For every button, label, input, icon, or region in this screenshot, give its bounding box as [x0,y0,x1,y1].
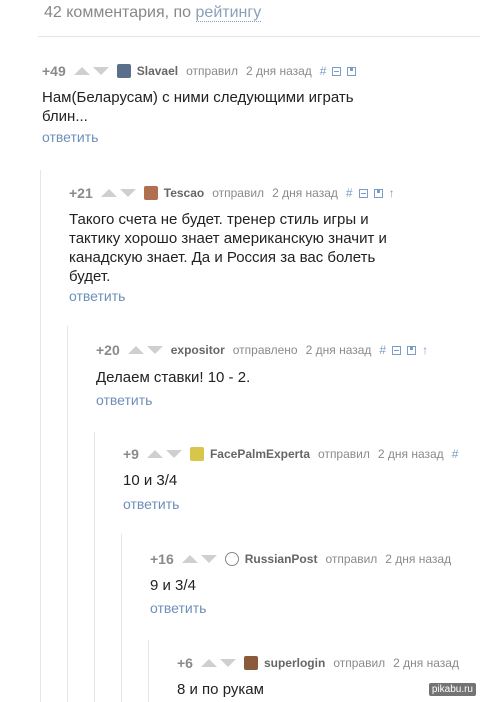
comment-text: Такого счета не будет. тренер стиль игры… [69,210,387,286]
parent-arrow-icon[interactable]: ↑ [389,186,395,200]
comment-sent-label: отправил [186,64,238,78]
sort-by-rating-link[interactable]: рейтингу [195,4,262,22]
vote-up-icon[interactable] [73,67,90,75]
header-divider [38,36,480,37]
vote-up-icon[interactable] [100,189,117,197]
comment-line: блин... [42,108,88,125]
comment-author[interactable]: FacePalmExperta [210,447,310,461]
thread-line[interactable] [148,640,149,702]
save-icon[interactable] [373,188,383,198]
comment-text: 8 и по рукам [177,680,264,699]
permalink-hash-icon[interactable]: # [346,186,353,200]
reply-link[interactable]: ответить [150,600,206,616]
comment-sent-label: отправил [318,447,370,461]
vote-down-icon[interactable] [92,67,109,75]
comment-sent-label: отправил [212,186,265,200]
thread-line[interactable] [67,326,68,702]
comment-line: 9 и 3/4 [150,577,196,594]
comment-text: Нам(Беларусам) с ними следующими играть … [42,88,354,126]
vote-down-icon[interactable] [165,450,182,458]
watermark: pikabu.ru [428,683,476,696]
reply-link[interactable]: ответить [42,129,98,145]
permalink-hash-icon[interactable]: # [452,447,459,461]
reply-link[interactable]: ответить [96,392,152,408]
vote-up-icon[interactable] [181,555,198,563]
comments-count: 42 комментария, по [44,4,192,21]
comment-text: 9 и 3/4 [150,576,196,595]
avatar[interactable] [116,64,131,78]
comments-header: 42 комментария, по рейтингу [44,4,262,22]
comment-time[interactable]: 2 дня назад [272,186,338,200]
comment-rating: +49 [42,63,66,79]
save-icon[interactable] [347,66,357,76]
comment-author[interactable]: superlogin [264,656,325,670]
comment-rating: +20 [96,342,120,358]
comment-text: 10 и 3/4 [123,471,177,490]
comment-rating: +16 [150,551,174,567]
thread-line[interactable] [94,432,95,702]
comment-author[interactable]: Tescao [164,186,204,200]
comment-rating: +9 [123,446,139,462]
comment-time[interactable]: 2 дня назад [378,447,444,461]
thread-line[interactable] [121,534,122,702]
vote-up-icon[interactable] [200,659,217,667]
comment-line: Такого счета не будет. тренер стиль игры… [69,211,369,228]
collapse-icon[interactable] [358,188,368,198]
parent-arrow-icon[interactable]: ↑ [422,343,428,357]
comment-meta: +20 expositor отправлено 2 дня назад # ↑ [96,340,428,360]
vote-up-icon[interactable] [127,346,144,354]
comment-sent-label: отправил [325,552,378,566]
comment-text: Делаем ставки! 10 - 2. [96,368,250,387]
comment-rating: +21 [69,185,93,201]
comment-time[interactable]: 2 дня назад [393,656,459,670]
comment-meta: +9 FacePalmExperta отправил 2 дня назад … [123,444,458,464]
comment-meta: +49 Slavael отправил 2 дня назад # [42,61,357,81]
save-icon[interactable] [407,345,417,355]
comment-line: Делаем ставки! 10 - 2. [96,369,251,386]
vote-down-icon[interactable] [219,659,236,667]
comment-meta: +21 Tescao отправил 2 дня назад # ↑ [69,183,395,203]
comment-meta: +16 RussianPost отправил 2 дня назад [150,549,459,569]
vote-down-icon[interactable] [200,555,217,563]
permalink-hash-icon[interactable]: # [320,64,327,78]
comment-line: тактику хорошо знает американскую значит… [69,230,387,247]
comment-rating: +6 [177,655,193,671]
comment-line: будет. [69,268,111,285]
comment-sent-label: отправлено [232,343,298,357]
comment-time[interactable]: 2 дня назад [246,64,312,78]
avatar[interactable] [189,447,204,461]
comment-author[interactable]: Slavael [137,64,178,78]
comment-sent-label: отправил [333,656,386,670]
reply-link[interactable]: ответить [69,288,125,304]
collapse-icon[interactable] [332,66,342,76]
thread-line[interactable] [40,170,41,702]
comment-meta: +6 superlogin отправил 2 дня назад [177,653,467,673]
comment-line: 8 и по рукам [177,681,264,698]
collapse-icon[interactable] [392,345,402,355]
comment-line: Нам(Беларусам) с ними следующими играть [42,89,354,106]
comment-line: канадскую знает. Да и Россия за вас боле… [69,249,376,266]
vote-down-icon[interactable] [146,346,163,354]
comment-time[interactable]: 2 дня назад [385,552,451,566]
comment-time[interactable]: 2 дня назад [306,343,372,357]
avatar[interactable] [224,552,239,566]
comment-author[interactable]: expositor [171,343,225,357]
permalink-hash-icon[interactable]: # [379,343,386,357]
vote-down-icon[interactable] [119,189,136,197]
comment-author[interactable]: RussianPost [245,552,318,566]
reply-link[interactable]: ответить [123,496,179,512]
avatar[interactable] [243,656,258,670]
avatar[interactable] [143,186,158,200]
comment-line: 10 и 3/4 [123,472,178,489]
vote-up-icon[interactable] [146,450,163,458]
